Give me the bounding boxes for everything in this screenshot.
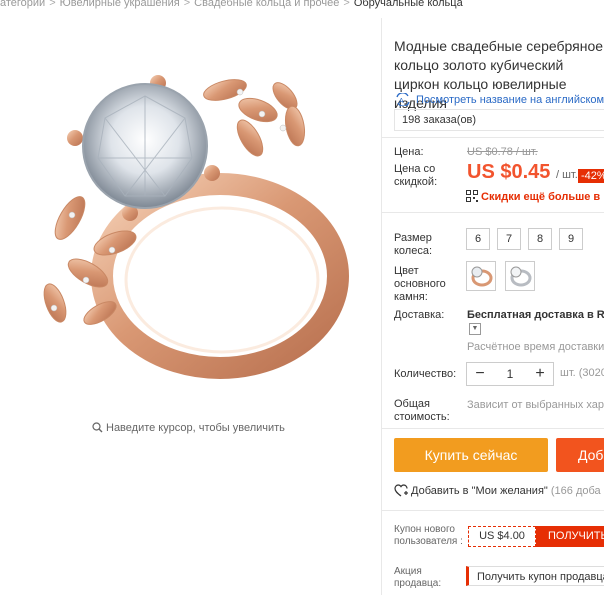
breadcrumb-item[interactable]: Свадебные кольца и прочее xyxy=(194,0,339,9)
shipping-value: Бесплатная доставка в Rus xyxy=(467,309,604,321)
stone-color-label: Цвет основного камня: xyxy=(394,265,446,303)
shipping-dropdown[interactable]: ▼ xyxy=(469,323,481,335)
divider xyxy=(382,510,604,511)
divider xyxy=(382,212,604,213)
old-price: US $0.78 / шт. xyxy=(467,146,538,158)
chevron-down-icon: ▼ xyxy=(471,325,479,332)
discount-price-label: Цена со скидкой: xyxy=(394,163,438,188)
svg-text:A: A xyxy=(399,98,404,105)
wishlist-text: Добавить в "Мои желания" xyxy=(411,485,548,497)
zoom-hint: Наведите курсор, чтобы увеличить xyxy=(92,422,285,434)
seller-promo-label: Акция продавца: xyxy=(394,566,442,589)
current-price: US $0.45 / шт. xyxy=(467,161,578,184)
discount-badge: -42% xyxy=(578,169,604,183)
breadcrumb-separator: > xyxy=(343,0,350,9)
wishlist-link[interactable]: Добавить в "Мои желания" (166 доба xyxy=(394,484,601,497)
get-coupon-button[interactable]: ПОЛУЧИТЬ xyxy=(536,526,604,547)
shipping-label: Доставка: xyxy=(394,309,445,321)
stone-option-silver[interactable] xyxy=(505,261,535,291)
current-price-value: US $0.45 xyxy=(467,161,551,183)
quantity-input[interactable]: 1 xyxy=(495,363,525,385)
breadcrumb-separator: > xyxy=(183,0,191,9)
ring-thumbnail xyxy=(471,266,493,287)
ring-thumbnail xyxy=(510,266,532,287)
translate-link-text: Посмотреть название на английском xyxy=(416,94,604,106)
translate-icon: A xyxy=(396,92,410,107)
new-user-coupon-label: Купон нового пользователя : xyxy=(394,524,463,547)
size-option[interactable]: 8 xyxy=(528,228,552,250)
breadcrumb: атегории > Ювелирные украшения > Свадебные к… xyxy=(0,0,463,9)
size-option[interactable]: 9 xyxy=(559,228,583,250)
ring-image xyxy=(43,75,349,379)
magnifier-icon xyxy=(92,422,103,433)
buy-now-button[interactable]: Купить сейчас xyxy=(394,438,548,472)
add-to-cart-button[interactable]: Доб xyxy=(556,438,604,472)
breadcrumb-current: Обручальные кольца xyxy=(353,0,463,9)
seller-coupon-button[interactable]: Получить купон продавца xyxy=(466,566,604,586)
increase-button[interactable]: + xyxy=(529,363,551,385)
price-unit: / шт. xyxy=(555,169,578,181)
translate-link[interactable]: A Посмотреть название на английском xyxy=(395,92,604,107)
promo-link[interactable]: Скидки ещё больше в пр xyxy=(466,190,604,203)
size-label: Размер колеса: xyxy=(394,232,433,257)
divider xyxy=(382,137,604,138)
column-divider xyxy=(381,18,382,595)
size-option[interactable]: 6 xyxy=(466,228,490,250)
qr-code-icon xyxy=(466,190,478,202)
breadcrumb-separator: > xyxy=(49,0,56,9)
size-option[interactable]: 7 xyxy=(497,228,521,250)
breadcrumb-item[interactable]: Ювелирные украшения xyxy=(60,0,180,9)
wishlist-count: (166 доба xyxy=(550,485,601,497)
stock-info: шт. (3020 xyxy=(560,367,604,379)
heart-plus-icon xyxy=(394,484,408,497)
delivery-eta: Расчётное время доставки: xyxy=(467,341,604,353)
divider xyxy=(382,428,604,429)
price-label: Цена: xyxy=(394,146,424,158)
promo-text: Скидки ещё больше в пр xyxy=(481,191,604,203)
breadcrumb-item[interactable]: атегории xyxy=(0,0,45,9)
total-value: Зависит от выбранных хара xyxy=(467,399,604,411)
quantity-label: Количество: xyxy=(394,368,457,380)
decrease-button[interactable]: − xyxy=(469,363,491,385)
orders-count: 198 заказа(ов) xyxy=(394,109,604,131)
quantity-stepper: − 1 + xyxy=(466,362,554,386)
total-label: Общая стоимость: xyxy=(394,398,450,423)
product-image[interactable] xyxy=(0,18,380,418)
zoom-hint-text: Наведите курсор, чтобы увеличить xyxy=(106,422,285,434)
stone-option-rose-gold[interactable] xyxy=(466,261,496,291)
new-user-coupon-value: US $4.00 xyxy=(468,526,536,547)
